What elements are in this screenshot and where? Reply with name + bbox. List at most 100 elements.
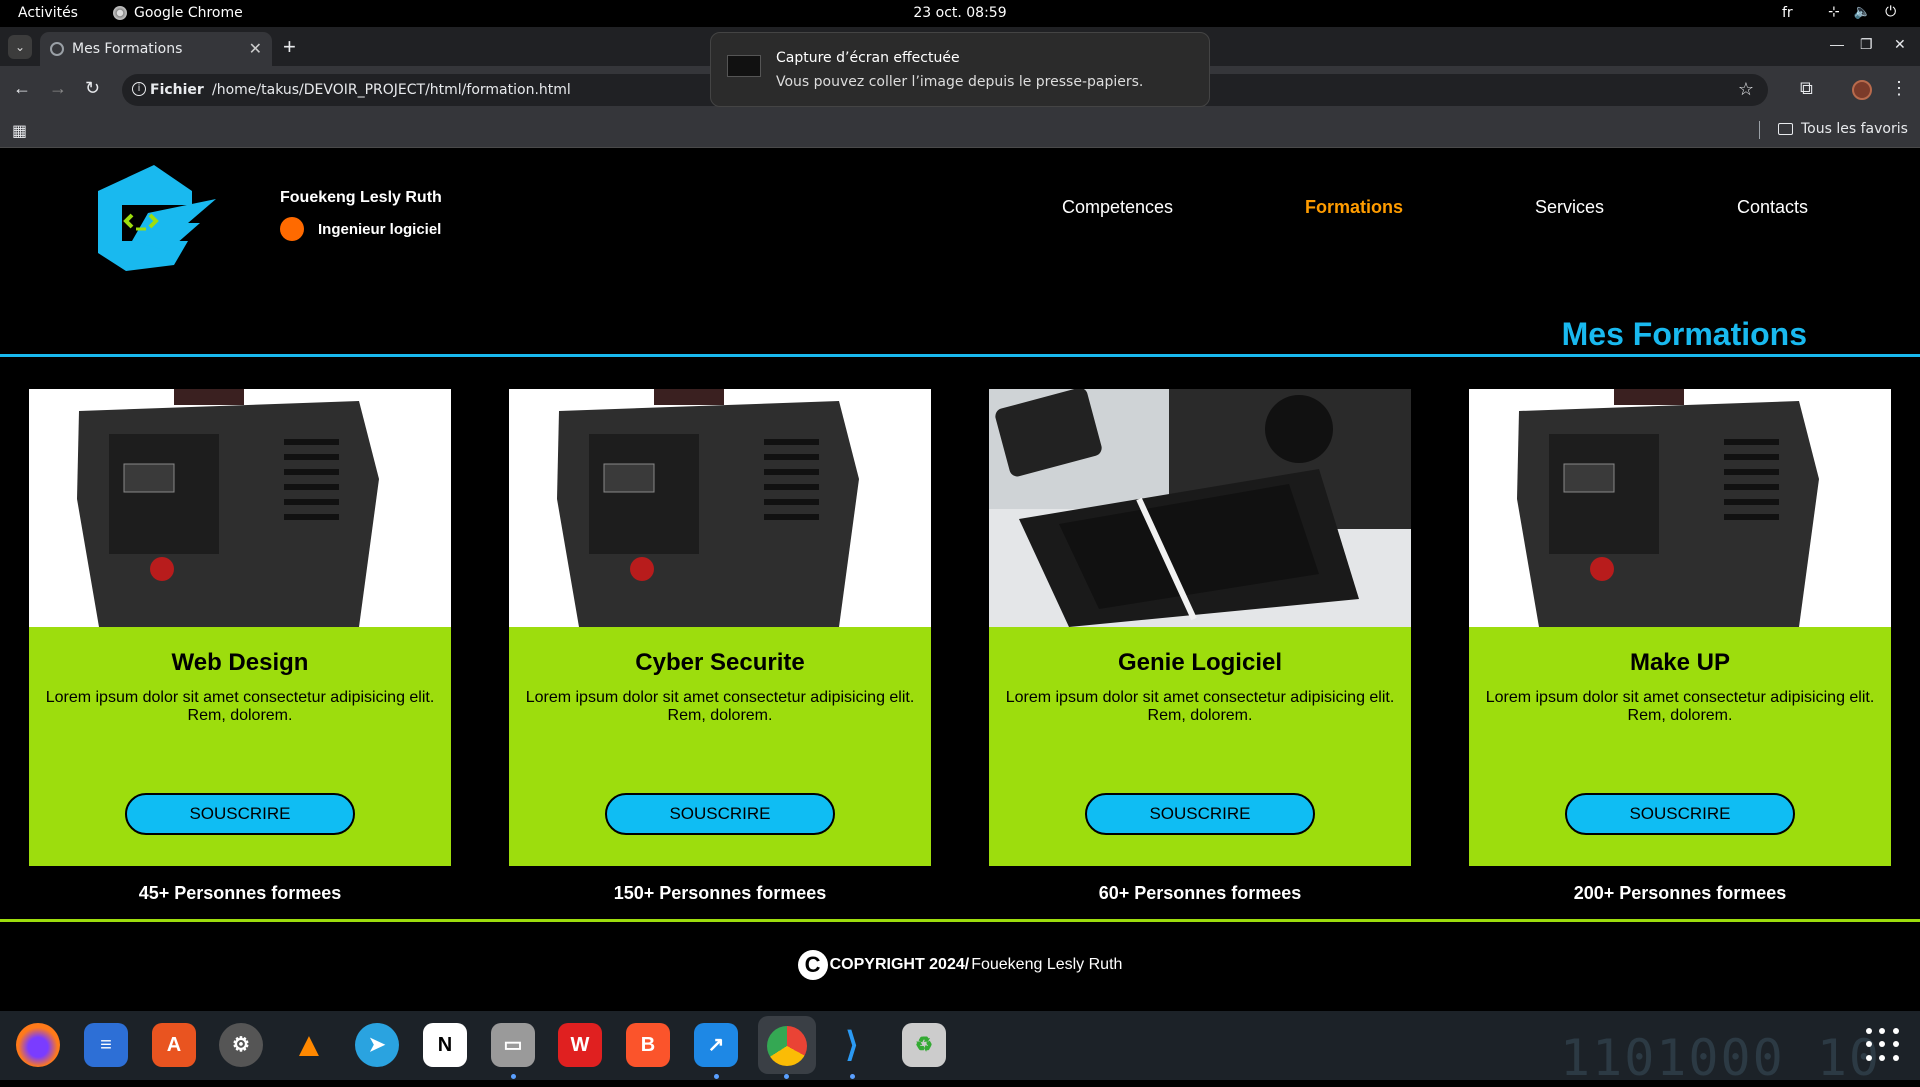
wps-office-icon[interactable]: W: [558, 1023, 602, 1067]
power-icon: ⏻: [1885, 4, 1897, 20]
url-text[interactable]: /home/takus/DEVOIR_PROJECT/html/formatio…: [212, 82, 571, 98]
files-icon[interactable]: ▭: [491, 1023, 535, 1067]
system-tray[interactable]: ⊹ 🔈 ⏻: [1828, 4, 1896, 20]
close-window-icon[interactable]: ✕: [1894, 36, 1906, 53]
footer-divider: [0, 919, 1920, 922]
card-body: Make UP Lorem ipsum dolor sit amet conse…: [1469, 627, 1891, 866]
chrome-menu-icon[interactable]: ⋮: [1890, 78, 1908, 99]
dock: 1101000 10 ≡ A ⚙ ▲ ➤ N ▭ W B ↗ ⟩ ♻: [0, 1011, 1920, 1087]
firefox-icon[interactable]: [16, 1023, 60, 1067]
tab-search-button[interactable]: ⌄: [8, 35, 32, 59]
card-title: Genie Logiciel: [1117, 649, 1283, 676]
title-divider: [0, 354, 1920, 357]
tab-close-icon[interactable]: ✕: [249, 39, 262, 58]
card-image: [989, 389, 1411, 627]
reload-icon[interactable]: ↻: [85, 78, 100, 99]
subscribe-button[interactable]: SOUSCRIRE: [1085, 793, 1315, 835]
running-indicator: [511, 1074, 516, 1079]
page-title: Mes Formations: [1561, 316, 1807, 352]
tab-title: Mes Formations: [72, 41, 183, 57]
show-apps-icon[interactable]: [1866, 1028, 1900, 1062]
formation-card-genie-logiciel: Genie Logiciel Lorem ipsum dolor sit ame…: [989, 389, 1411, 904]
author-name: Fouekeng Lesly Ruth: [280, 189, 442, 206]
footer: C COPYRIGHT 2024/ Fouekeng Lesly Ruth: [0, 950, 1920, 980]
subscribe-button[interactable]: SOUSCRIRE: [605, 793, 835, 835]
card-image: [29, 389, 451, 627]
folder-icon: [1778, 123, 1793, 135]
subscribe-button[interactable]: SOUSCRIRE: [1565, 793, 1795, 835]
notification-message: Vous pouvez coller l’image depuis le pre…: [776, 74, 1144, 90]
globe-icon: [50, 42, 64, 56]
nav-competences[interactable]: Competences: [1062, 197, 1173, 218]
web-page: Fouekeng Lesly Ruth Ingenieur logiciel C…: [0, 149, 1920, 1011]
chrome-dock-icon[interactable]: [758, 1016, 816, 1074]
trained-count: 45+ Personnes formees: [138, 883, 342, 903]
screenshot-thumbnail: [727, 55, 761, 77]
app-center-icon[interactable]: A: [152, 1023, 196, 1067]
formation-card-cyber-securite: Cyber Securite Lorem ipsum dolor sit ame…: [509, 389, 931, 904]
vscode-icon[interactable]: ⟩: [830, 1023, 874, 1067]
all-bookmarks-button[interactable]: Tous les favoris: [1778, 121, 1908, 137]
card-description: Lorem ipsum dolor sit amet consectetur a…: [45, 689, 435, 724]
info-icon[interactable]: i: [132, 82, 146, 96]
input-language[interactable]: fr: [1782, 5, 1793, 21]
card-description: Lorem ipsum dolor sit amet consectetur a…: [1485, 689, 1875, 724]
clock[interactable]: 23 oct. 08:59: [0, 5, 1920, 21]
apps-grid-icon[interactable]: ▦: [12, 121, 27, 140]
notification-title: Capture d’écran effectuée: [776, 50, 960, 66]
subscribe-button[interactable]: SOUSCRIRE: [125, 793, 355, 835]
nav-formations[interactable]: Formations: [1305, 197, 1403, 218]
card-image: [1469, 389, 1891, 627]
notion-icon[interactable]: N: [423, 1023, 467, 1067]
minimize-icon[interactable]: —: [1830, 36, 1844, 52]
bookmark-star-icon[interactable]: ☆: [1738, 79, 1754, 100]
avatar[interactable]: [1852, 80, 1872, 100]
remote-desktop-icon[interactable]: ↗: [694, 1023, 738, 1067]
running-indicator: [850, 1074, 855, 1079]
author-role: Ingenieur logiciel: [318, 221, 442, 238]
status-dot: [280, 217, 304, 241]
extensions-icon[interactable]: ⧉: [1800, 78, 1813, 99]
browser-tab[interactable]: Mes Formations ✕: [40, 32, 272, 66]
new-tab-button[interactable]: +: [283, 34, 296, 60]
brave-icon[interactable]: B: [626, 1023, 670, 1067]
card-body: Web Design Lorem ipsum dolor sit amet co…: [29, 627, 451, 866]
trained-count: 60+ Personnes formees: [1098, 883, 1302, 903]
nav-services[interactable]: Services: [1535, 197, 1604, 218]
trained-count: 200+ Personnes formees: [1573, 883, 1787, 903]
bookmarks-divider: [1759, 121, 1760, 139]
network-icon: ⊹: [1828, 4, 1840, 20]
card-title: Web Design: [171, 649, 309, 676]
forward-icon[interactable]: →: [49, 78, 67, 99]
card-description: Lorem ipsum dolor sit amet consectetur a…: [1005, 689, 1395, 724]
site-logo[interactable]: [92, 163, 222, 273]
formation-card-make-up: Make UP Lorem ipsum dolor sit amet conse…: [1469, 389, 1891, 904]
running-indicator: [714, 1074, 719, 1079]
trash-icon[interactable]: ♻: [902, 1023, 946, 1067]
running-indicator: [784, 1074, 789, 1079]
footer-name: Fouekeng Lesly Ruth: [971, 956, 1123, 973]
card-description: Lorem ipsum dolor sit amet consectetur a…: [525, 689, 915, 724]
wallpaper-text: 1101000 10: [1560, 1029, 1882, 1087]
back-icon[interactable]: ←: [13, 78, 31, 99]
card-body: Genie Logiciel Lorem ipsum dolor sit ame…: [989, 627, 1411, 866]
system-top-bar: Activités Google Chrome 23 oct. 08:59 fr…: [0, 0, 1920, 27]
card-title: Cyber Securite: [635, 649, 805, 676]
vlc-icon[interactable]: ▲: [287, 1023, 331, 1067]
telegram-icon[interactable]: ➤: [355, 1023, 399, 1067]
copyright-icon: C: [797, 950, 828, 980]
settings-icon[interactable]: ⚙: [219, 1023, 263, 1067]
card-body: Cyber Securite Lorem ipsum dolor sit ame…: [509, 627, 931, 866]
maximize-icon[interactable]: ❐: [1860, 36, 1873, 53]
formation-card-web-design: Web Design Lorem ipsum dolor sit amet co…: [29, 389, 451, 904]
footer-copyright: COPYRIGHT 2024/: [829, 956, 970, 973]
screenshot-notification[interactable]: Capture d’écran effectuée Vous pouvez co…: [710, 32, 1210, 107]
url-scheme: Fichier: [150, 82, 204, 98]
bookmarks-bar: ▦ Tous les favoris: [0, 113, 1920, 148]
card-title: Make UP: [1629, 649, 1731, 676]
trained-count: 150+ Personnes formees: [613, 883, 827, 903]
volume-icon: 🔈: [1853, 4, 1872, 20]
nav-contacts[interactable]: Contacts: [1737, 197, 1808, 218]
text-editor-icon[interactable]: ≡: [84, 1023, 128, 1067]
card-image: [509, 389, 931, 627]
